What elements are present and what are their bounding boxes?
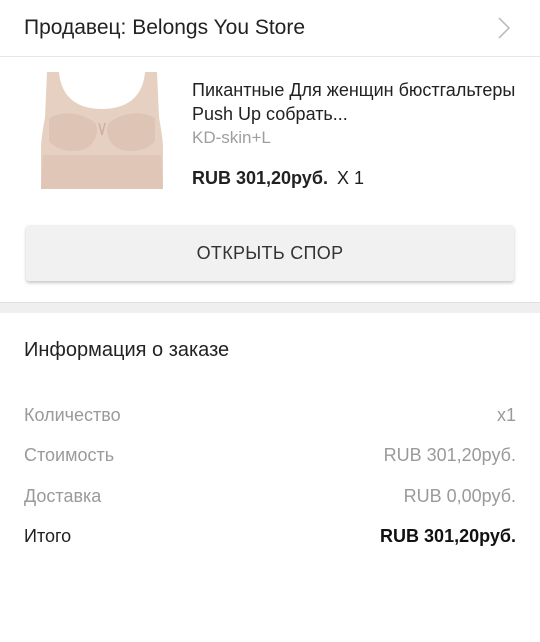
open-dispute-button[interactable]: ОТКРЫТЬ СПОР [26,225,514,281]
product-title[interactable]: Пикантные Для женщин бюстгальтеры Push U… [192,78,516,126]
chevron-right-icon [494,17,514,39]
order-row-total: Итого RUB 301,20руб. [24,517,516,558]
order-row-shipping: Доставка RUB 0,00руб. [24,476,516,517]
order-row-value: x1 [496,404,516,425]
product-image[interactable] [32,62,172,202]
seller-title: Продавец: Belongs You Store [24,16,306,39]
section-divider [0,302,540,313]
product-variant: KD-skin+L [192,127,271,147]
product-item[interactable]: Пикантные Для женщин бюстгальтеры Push U… [0,57,540,207]
order-row-value: RUB 301,20руб. [380,526,516,547]
order-info-title: Информация о заказе [24,339,230,361]
order-row-label: Стоимость [24,445,115,466]
order-row-label: Количество [24,404,121,425]
order-row-quantity: Количество x1 [24,395,516,436]
product-quantity: X 1 [336,167,364,188]
product-price: RUB 301,20руб. [192,167,328,188]
seller-row[interactable]: Продавец: Belongs You Store [0,0,540,57]
order-info-list: Количество x1 Стоимость RUB 301,20руб. Д… [0,395,540,557]
order-row-value: RUB 0,00руб. [403,485,516,506]
order-row-label: Доставка [24,485,102,506]
order-row-cost: Стоимость RUB 301,20руб. [24,436,516,477]
order-row-label: Итого [24,526,72,547]
order-row-value: RUB 301,20руб. [383,445,516,466]
